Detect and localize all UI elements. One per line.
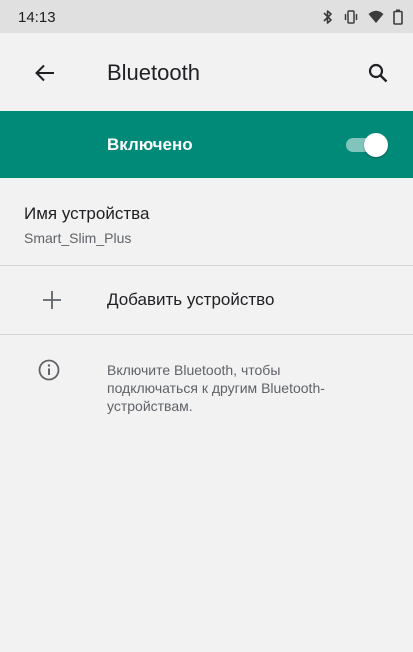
page-title: Bluetooth — [107, 60, 200, 85]
bluetooth-icon — [322, 9, 334, 25]
wifi-icon — [368, 10, 384, 24]
add-device-item[interactable]: Добавить устройство — [0, 266, 413, 334]
device-name-item[interactable]: Имя устройства Smart_Slim_Plus — [0, 178, 413, 265]
search-button[interactable] — [365, 60, 391, 86]
back-button[interactable] — [30, 58, 60, 88]
plus-icon — [43, 291, 61, 309]
device-name-title: Имя устройства — [24, 204, 150, 223]
add-device-label: Добавить устройство — [107, 290, 275, 309]
toggle-thumb — [364, 133, 388, 157]
status-bar: 14:13 — [0, 0, 413, 33]
info-footer: Включите Bluetooth, чтобы подключаться к… — [0, 335, 413, 435]
bluetooth-settings-screen: 14:13 Bluetooth Включено Имя устройства … — [0, 0, 413, 652]
info-text: Включите Bluetooth, чтобы подключаться к… — [107, 362, 325, 414]
info-icon — [38, 359, 60, 381]
bluetooth-toggle[interactable] — [344, 133, 388, 157]
search-icon — [368, 63, 388, 83]
arrow-back-icon — [35, 64, 54, 82]
master-switch-label: Включено — [107, 135, 193, 154]
battery-icon — [393, 9, 403, 25]
status-time: 14:13 — [18, 9, 56, 26]
app-bar: Bluetooth — [0, 33, 413, 111]
vibrate-icon — [343, 10, 359, 24]
device-name-value: Smart_Slim_Plus — [24, 230, 132, 246]
bluetooth-master-switch-bar[interactable]: Включено — [0, 111, 413, 178]
status-icons — [322, 8, 403, 26]
